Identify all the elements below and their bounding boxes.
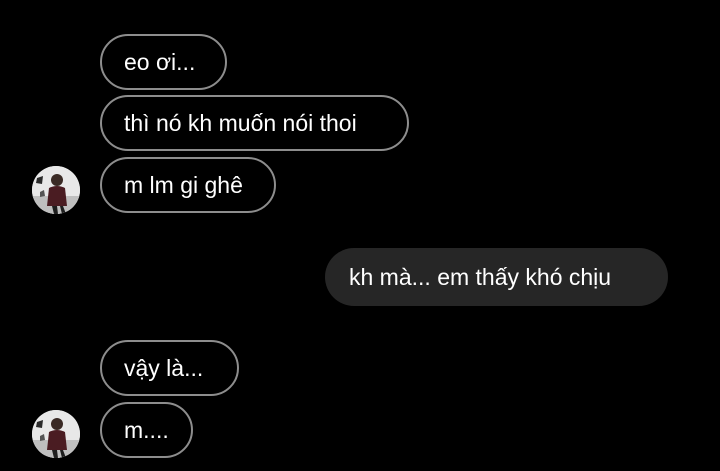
message-bubble-incoming[interactable]: thì nó kh muốn nói thoi — [100, 95, 409, 151]
profile-photo-icon — [32, 166, 80, 214]
message-text: m.... — [124, 416, 169, 443]
message-bubble-incoming[interactable]: vậy là... — [100, 340, 239, 396]
message-bubble-incoming[interactable]: m lm gi ghê — [100, 157, 276, 213]
contact-avatar[interactable] — [32, 410, 80, 458]
message-text: thì nó kh muốn nói thoi — [124, 109, 357, 136]
message-text: m lm gi ghê — [124, 171, 243, 198]
message-text: vậy là... — [124, 354, 204, 381]
message-text: eo ơi... — [124, 48, 196, 75]
message-bubble-outgoing[interactable]: kh mà... em thấy khó chịu — [325, 248, 668, 306]
message-bubble-incoming[interactable]: eo ơi... — [100, 34, 227, 90]
profile-photo-icon — [32, 410, 80, 458]
contact-avatar[interactable] — [32, 166, 80, 214]
message-bubble-incoming[interactable]: m.... — [100, 402, 193, 458]
message-text: kh mà... em thấy khó chịu — [349, 263, 612, 290]
